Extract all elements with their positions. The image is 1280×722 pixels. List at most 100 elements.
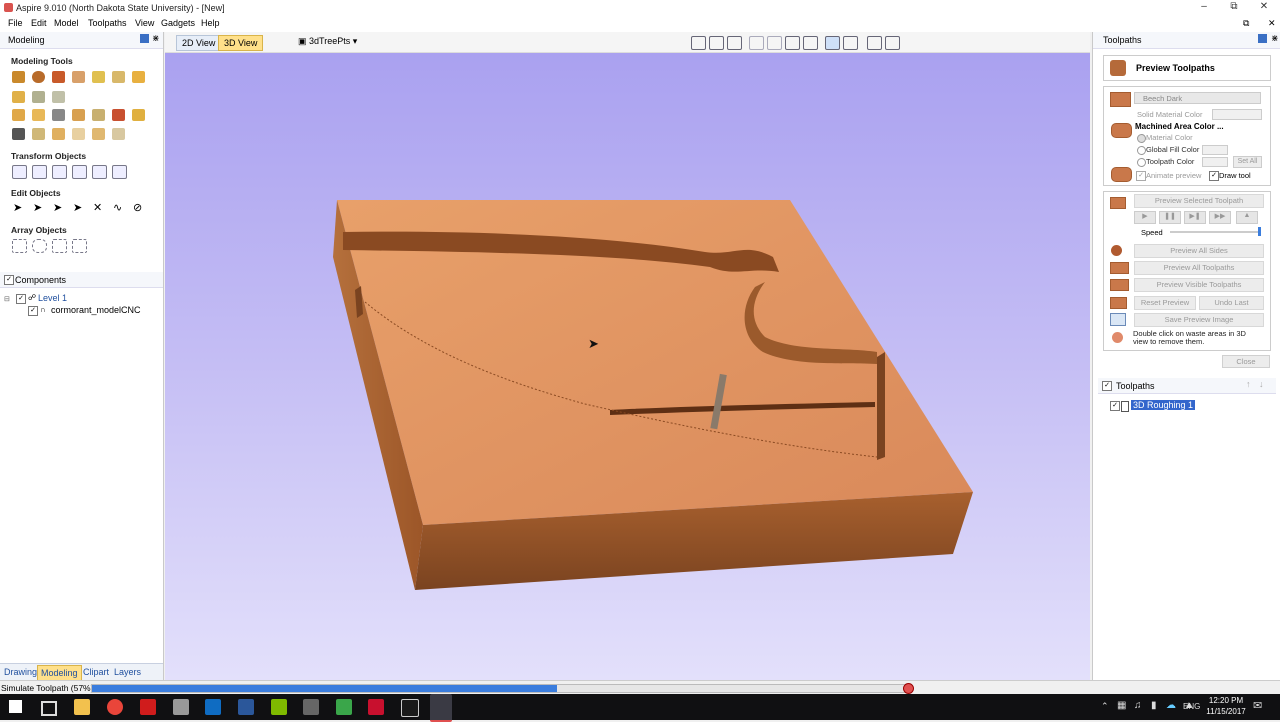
smooth-icon[interactable]	[92, 71, 105, 83]
material-swatch[interactable]	[1110, 92, 1131, 107]
notifications-icon[interactable]: ✉	[1253, 699, 1262, 712]
minimize-button[interactable]: –	[1189, 0, 1219, 16]
slash-icon[interactable]: ⊘	[133, 201, 142, 214]
tab-layers[interactable]: Layers	[111, 665, 144, 679]
fast-forward-icon[interactable]: ▶▶	[1209, 211, 1231, 224]
component-label[interactable]: cormorant_modelCNC	[51, 305, 141, 315]
clock-date[interactable]: 11/15/2017	[1203, 707, 1249, 716]
extrude-icon[interactable]	[32, 71, 45, 83]
tiles-icon[interactable]	[271, 699, 287, 715]
task-view-icon[interactable]	[41, 701, 57, 716]
rotate-icon[interactable]	[52, 165, 67, 179]
shape-4-icon[interactable]	[72, 109, 85, 121]
tray-chevron-icon[interactable]: ⌃	[1101, 701, 1109, 712]
vectric-icon[interactable]	[303, 699, 319, 715]
circular-copy-icon[interactable]	[32, 239, 47, 253]
animate-preview-checkbox[interactable]: ✓	[1136, 171, 1146, 181]
reset-preview-button[interactable]: Reset Preview	[1134, 296, 1196, 310]
toolpath-item-3d-roughing[interactable]: 3D Roughing 1	[1131, 400, 1196, 410]
menu-help[interactable]: Help	[201, 18, 220, 28]
material-color-radio[interactable]	[1137, 134, 1146, 143]
tool-e-icon[interactable]	[112, 128, 125, 140]
camtasia-icon[interactable]	[336, 699, 352, 715]
create-shape-icon[interactable]	[12, 71, 25, 83]
nesting-icon[interactable]	[72, 239, 87, 253]
draw-tool-checkbox[interactable]: ✓	[1209, 171, 1219, 181]
language-label[interactable]: ENG	[1183, 702, 1200, 711]
mdi-restore-icon[interactable]: ⧉	[1243, 18, 1249, 29]
step-icon[interactable]: ▶❚	[1184, 211, 1206, 224]
two-rail-sweep-icon[interactable]	[52, 71, 65, 83]
speed-slider-thumb[interactable]	[1258, 227, 1261, 236]
toolpaths-list-checkbox[interactable]: ✓	[1102, 381, 1112, 391]
global-fill-radio[interactable]	[1137, 146, 1146, 155]
tab-clipart[interactable]: Clipart	[80, 665, 112, 679]
array-copy-icon[interactable]	[12, 239, 27, 253]
preview-visible-toolpaths-button[interactable]: Preview Visible Toolpaths	[1134, 278, 1264, 292]
split-h-icon[interactable]	[867, 36, 882, 50]
set-all-button[interactable]: Set All	[1233, 156, 1262, 168]
3d-viewport[interactable]: 2D View 3D View ▣ 3dTreePts ▾ ➤	[165, 32, 1090, 680]
play-icon[interactable]: ▶	[1134, 211, 1156, 224]
material-dropdown[interactable]: Beech Dark	[1134, 92, 1261, 104]
grid-icon[interactable]	[727, 36, 742, 50]
transform-select-icon[interactable]: ➤	[53, 201, 62, 214]
roughing-visible-checkbox[interactable]: ✓	[1110, 401, 1120, 411]
layer-dropdown[interactable]: ▣ 3dTreePts ▾	[298, 36, 357, 47]
recorder-icon[interactable]	[401, 699, 419, 717]
close-window-button[interactable]: ✕	[1249, 0, 1279, 16]
shape-3-icon[interactable]	[52, 109, 65, 121]
select-arrow-icon[interactable]: ➤	[13, 201, 22, 214]
zoom-extents-icon[interactable]	[691, 36, 706, 50]
network-icon[interactable]: ▦	[1117, 700, 1126, 711]
menu-gadgets[interactable]: Gadgets	[161, 18, 195, 28]
curve-icon[interactable]: ∿	[113, 201, 122, 214]
skip-end-icon[interactable]: ▲	[1236, 211, 1258, 224]
fade-icon[interactable]	[112, 71, 125, 83]
word-icon[interactable]	[238, 699, 254, 715]
shape-7-icon[interactable]	[132, 109, 145, 121]
menu-view[interactable]: View	[135, 18, 154, 28]
snap-icon[interactable]	[749, 36, 764, 50]
autocad-icon[interactable]	[368, 699, 384, 715]
distort-icon[interactable]	[52, 91, 65, 103]
view-front-icon[interactable]	[803, 36, 818, 50]
panel-float-icon[interactable]	[1258, 34, 1267, 43]
pin-icon[interactable]: ⋇	[152, 33, 160, 44]
maximize-button[interactable]: ⧉	[1219, 0, 1249, 16]
tilt-icon[interactable]	[132, 71, 145, 83]
tab-modeling[interactable]: Modeling	[37, 665, 82, 681]
aspire-taskbar-icon[interactable]	[430, 694, 452, 722]
preview-all-toolpaths-button[interactable]: Preview All Toolpaths	[1134, 261, 1264, 275]
file-explorer-icon[interactable]	[74, 699, 90, 715]
component-checkbox[interactable]: ✓	[28, 306, 38, 316]
preview-selected-button[interactable]: Preview Selected Toolpath	[1134, 194, 1264, 208]
onedrive-icon[interactable]: ☁	[1166, 700, 1176, 711]
cut-icon[interactable]: ✕	[93, 201, 102, 214]
clock-time[interactable]: 12:20 PM	[1206, 696, 1246, 705]
panel-float-icon[interactable]	[140, 34, 149, 43]
undo-last-button[interactable]: Undo Last	[1199, 296, 1264, 310]
node-edit-icon[interactable]: ➤	[33, 201, 42, 214]
slice-icon[interactable]	[32, 91, 45, 103]
app-icon[interactable]	[173, 699, 189, 715]
level-1-label[interactable]: Level 1	[38, 293, 67, 303]
outlook-icon[interactable]	[205, 699, 221, 715]
pause-icon[interactable]: ❚❚	[1159, 211, 1181, 224]
close-button[interactable]: Close	[1222, 355, 1270, 368]
tab-2d-view[interactable]: 2D View	[176, 35, 222, 51]
battery-icon[interactable]: ▮	[1151, 700, 1157, 711]
chrome-icon[interactable]	[107, 699, 123, 715]
mdi-close-icon[interactable]: ✕	[1268, 18, 1276, 29]
save-preview-image-button[interactable]: Save Preview Image	[1134, 313, 1264, 327]
tool-c-icon[interactable]	[72, 128, 85, 140]
shape-1-icon[interactable]	[12, 109, 25, 121]
align-icon[interactable]	[92, 165, 107, 179]
menu-file[interactable]: File	[8, 18, 23, 28]
mirror-icon[interactable]	[72, 165, 87, 179]
acrobat-icon[interactable]	[140, 699, 156, 715]
solid-color-picker[interactable]	[1212, 109, 1262, 120]
tab-drawing[interactable]: Drawing	[1, 665, 40, 679]
volume-icon[interactable]: ♫	[1134, 700, 1142, 711]
toolpath-color-radio[interactable]	[1137, 158, 1146, 167]
